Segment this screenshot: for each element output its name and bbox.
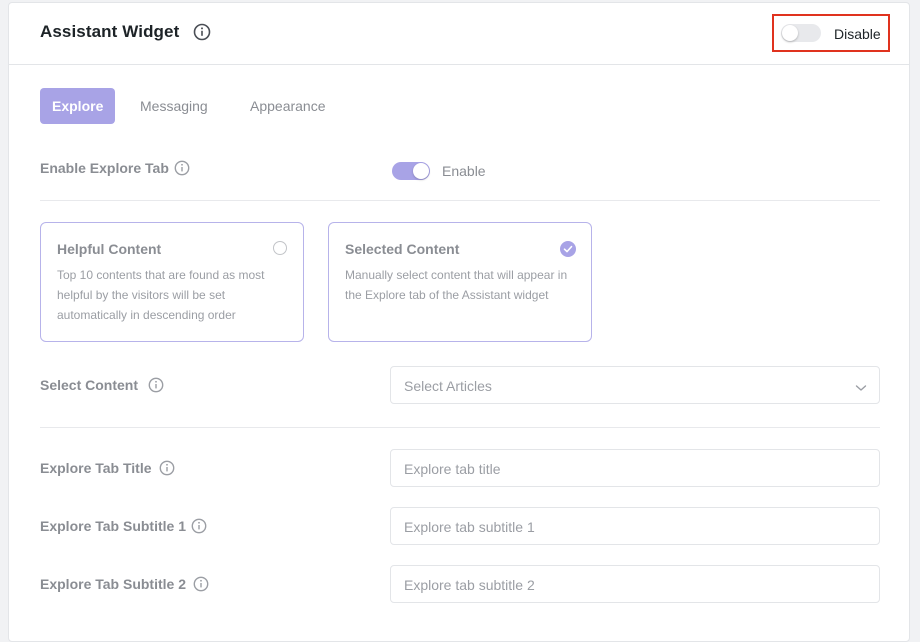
info-icon[interactable] (159, 460, 175, 476)
widget-toggle-label: Disable (834, 26, 881, 42)
card-header: Assistant Widget Disable (9, 3, 909, 65)
widget-toggle-highlight: Disable (772, 14, 890, 52)
selected-content-option[interactable]: Selected Content Manually select content… (328, 222, 592, 342)
enable-explore-toggle[interactable] (392, 162, 430, 180)
explore-tab-title-placeholder: Explore tab title (404, 461, 501, 477)
radio-unchecked-icon[interactable] (273, 241, 287, 255)
enable-explore-tab-label: Enable Explore Tab (40, 160, 169, 176)
explore-tab-title-label: Explore Tab Title (40, 460, 152, 476)
tab-messaging[interactable]: Messaging (128, 88, 220, 124)
explore-tab-subtitle-1-placeholder: Explore tab subtitle 1 (404, 519, 535, 535)
divider (40, 427, 880, 428)
explore-tab-subtitle-2-label: Explore Tab Subtitle 2 (40, 576, 186, 592)
tab-appearance[interactable]: Appearance (238, 88, 338, 124)
select-articles-placeholder: Select Articles (404, 378, 492, 394)
info-icon[interactable] (191, 518, 207, 534)
assistant-widget-card: Assistant Widget Disable Explore Messagi… (8, 2, 910, 642)
info-icon[interactable] (193, 23, 211, 41)
explore-tab-subtitle-1-label: Explore Tab Subtitle 1 (40, 518, 186, 534)
toggle-knob (782, 25, 798, 41)
enable-explore-toggle-label: Enable (442, 163, 486, 179)
select-content-label: Select Content (40, 377, 139, 393)
explore-tab-title-input[interactable]: Explore tab title (390, 449, 880, 487)
info-icon[interactable] (193, 576, 209, 592)
option-title: Selected Content (345, 241, 460, 257)
option-description: Manually select content that will appear… (345, 268, 568, 302)
option-description: Top 10 contents that are found as most h… (57, 268, 265, 322)
helpful-content-option[interactable]: Helpful Content Top 10 contents that are… (40, 222, 304, 342)
toggle-knob (413, 163, 429, 179)
explore-tab-subtitle-1-input[interactable]: Explore tab subtitle 1 (390, 507, 880, 545)
info-icon[interactable] (174, 160, 190, 176)
select-articles-dropdown[interactable]: Select Articles (390, 366, 880, 404)
chevron-down-icon (855, 380, 867, 398)
widget-toggle-switch[interactable] (781, 24, 821, 42)
option-title: Helpful Content (57, 241, 162, 257)
divider (40, 200, 880, 201)
tab-explore[interactable]: Explore (40, 88, 116, 124)
info-icon[interactable] (148, 377, 164, 393)
explore-tab-subtitle-2-placeholder: Explore tab subtitle 2 (404, 577, 535, 593)
explore-tab-subtitle-2-input[interactable]: Explore tab subtitle 2 (390, 565, 880, 603)
check-icon[interactable] (560, 241, 576, 257)
page-title: Assistant Widget (40, 22, 180, 41)
